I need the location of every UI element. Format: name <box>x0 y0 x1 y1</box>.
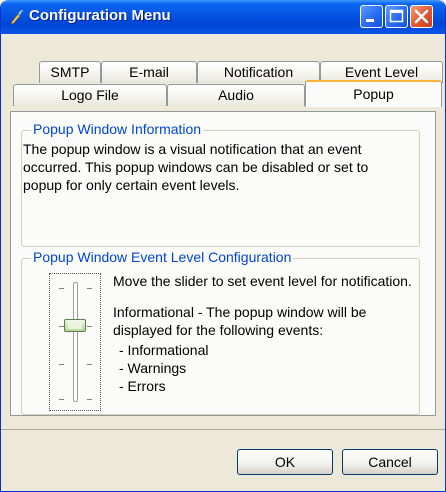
ok-button[interactable]: OK <box>237 449 333 475</box>
minimize-icon <box>366 19 374 22</box>
cancel-button[interactable]: Cancel <box>342 449 438 475</box>
slider-thumb-grip <box>68 322 82 329</box>
description-line: Informational - The popup window will be <box>113 304 367 320</box>
event-level-legend: Popup Window Event Level Configuration <box>31 249 294 265</box>
event-list: - Informational - Warnings - Errors <box>119 341 208 395</box>
slider-tick <box>59 364 64 365</box>
tab-logo-file[interactable]: Logo File <box>13 84 167 106</box>
tab-notification[interactable]: Notification <box>197 61 320 83</box>
minimize-button[interactable] <box>360 5 383 28</box>
configuration-window: Configuration Menu SMTP E-mail Notificat… <box>0 0 446 492</box>
slider-track <box>73 282 78 402</box>
slider-thumb[interactable] <box>64 319 86 332</box>
slider-tick <box>59 399 64 400</box>
info-line: occurred. This popup windows can be disa… <box>23 159 369 175</box>
divider <box>1 429 445 430</box>
slider-tick <box>87 399 92 400</box>
list-item: - Errors <box>119 378 166 394</box>
event-level-instruction: Move the slider to set event level for n… <box>113 273 412 289</box>
tab-smtp[interactable]: SMTP <box>39 61 101 83</box>
popup-info-text: The popup window is a visual notificatio… <box>23 140 368 194</box>
list-item: - Warnings <box>119 360 187 376</box>
tab-email[interactable]: E-mail <box>101 61 197 83</box>
title-bar[interactable]: Configuration Menu <box>1 0 445 34</box>
close-button[interactable] <box>410 5 433 28</box>
event-level-description: Informational - The popup window will be… <box>113 303 366 339</box>
slider-tick <box>59 288 64 289</box>
popup-info-legend: Popup Window Information <box>31 121 204 137</box>
info-line: popup for only certain event levels. <box>23 177 240 193</box>
maximize-button[interactable] <box>385 5 408 28</box>
close-icon <box>414 9 429 24</box>
description-line: displayed for the following events: <box>113 322 324 338</box>
info-line: The popup window is a visual notificatio… <box>23 141 362 157</box>
slider-tick <box>87 288 92 289</box>
event-level-slider[interactable] <box>49 273 101 411</box>
tab-audio[interactable]: Audio <box>167 84 305 106</box>
window-title: Configuration Menu <box>29 7 171 24</box>
app-icon <box>8 8 26 26</box>
slider-tick <box>87 364 92 365</box>
maximize-icon <box>389 9 404 23</box>
list-item: - Informational <box>119 342 209 358</box>
slider-tick <box>87 326 92 327</box>
tab-popup[interactable]: Popup <box>305 80 442 107</box>
